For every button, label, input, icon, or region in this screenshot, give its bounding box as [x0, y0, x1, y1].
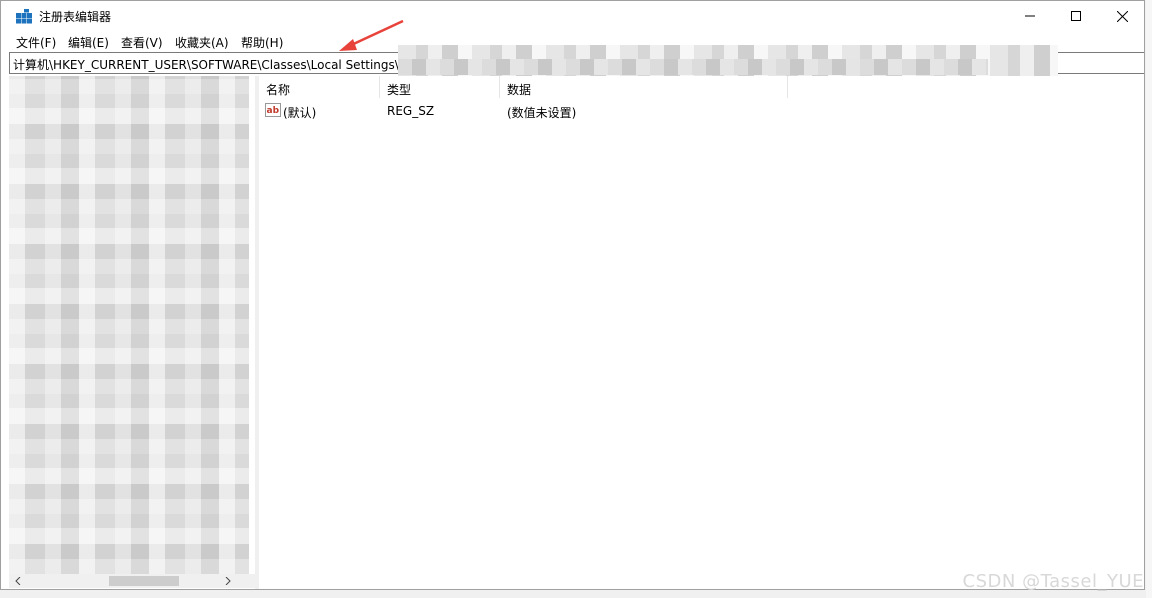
close-button[interactable] — [1099, 1, 1144, 31]
menu-view[interactable]: 查看(V) — [121, 34, 163, 51]
scroll-right-icon[interactable] — [225, 577, 231, 585]
annotation-arrow — [339, 19, 404, 51]
value-data: (数值未设置) — [507, 106, 577, 120]
value-name: (默认) — [283, 106, 317, 120]
minimize-button[interactable] — [1007, 1, 1053, 31]
maximize-button[interactable] — [1053, 1, 1099, 31]
minimize-icon — [1025, 15, 1035, 17]
column-header-name[interactable]: 名称 — [259, 76, 380, 98]
scroll-thumb[interactable] — [109, 576, 179, 586]
menu-help[interactable]: 帮助(H) — [241, 34, 283, 51]
string-value-icon: ab — [265, 103, 281, 117]
title-bar[interactable]: 注册表编辑器 — [1, 1, 1144, 31]
menu-edit[interactable]: 编辑(E) — [68, 34, 109, 51]
value-type: REG_SZ — [387, 104, 435, 118]
redacted-tree — [9, 76, 249, 574]
column-header-data[interactable]: 数据 — [500, 76, 788, 98]
menu-favorites[interactable]: 收藏夹(A) — [175, 34, 229, 51]
regedit-window: 注册表编辑器 文件(F) 编辑(E) 查看(V) 收藏夹(A) 帮助(H) 计算… — [0, 0, 1145, 590]
registry-editor-icon — [16, 9, 32, 24]
background-edge — [1146, 0, 1152, 598]
menu-file[interactable]: 文件(F) — [16, 34, 56, 51]
svg-text:ab: ab — [267, 106, 280, 116]
scroll-left-icon[interactable] — [15, 577, 21, 585]
watermark: CSDN @Tassel_YUE — [962, 571, 1144, 592]
tree-horizontal-scrollbar[interactable] — [9, 574, 255, 588]
value-list-pane[interactable]: 名称 类型 数据 ab (默认) REG_SZ (数值未设置) — [259, 76, 1144, 589]
close-icon — [1116, 10, 1128, 22]
value-row[interactable]: ab (默认) REG_SZ (数值未设置) — [259, 103, 859, 121]
redacted-address-region-inner — [398, 59, 988, 75]
key-tree-pane[interactable] — [9, 76, 256, 589]
window-title: 注册表编辑器 — [39, 10, 112, 24]
maximize-icon — [1071, 11, 1081, 21]
column-header-type[interactable]: 类型 — [380, 76, 500, 98]
address-path: 计算机\HKEY_CURRENT_USER\SOFTWARE\Classes\L… — [13, 58, 407, 72]
